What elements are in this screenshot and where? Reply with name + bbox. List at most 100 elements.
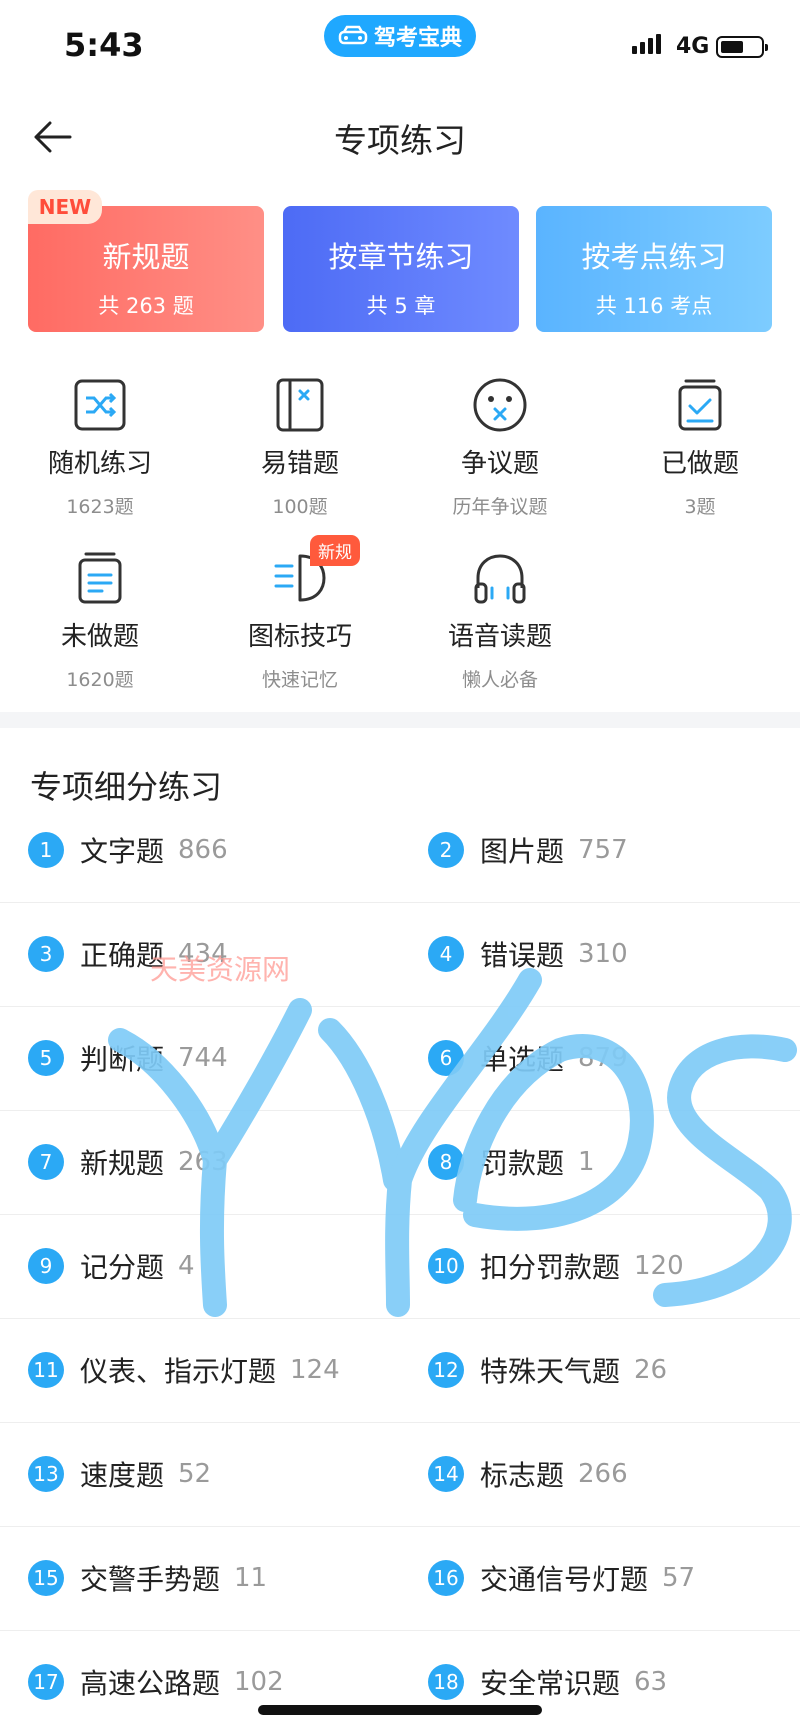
card-title: 按考点练习 — [581, 240, 727, 274]
list-item-name: 速度题 — [80, 1459, 165, 1492]
app-badge-label: 驾考宝典 — [373, 26, 462, 51]
new-rule-tag: 新规 — [310, 535, 360, 566]
section-title: 专项细分练习 — [30, 768, 223, 806]
grid-random-practice[interactable]: 随机练习 1623题 — [0, 375, 200, 519]
list-item-name: 交警手势题 — [80, 1563, 221, 1596]
grid-sub: 3题 — [684, 496, 716, 518]
topic-practice-card[interactable]: 按考点练习 共 116 考点 — [536, 206, 772, 332]
grid-label: 未做题 — [60, 622, 139, 652]
list-item-count: 263 — [178, 1147, 228, 1177]
list-item-name: 交通信号灯题 — [480, 1563, 649, 1596]
row-divider — [0, 1318, 800, 1319]
list-item[interactable]: 5 判断题 744 — [28, 1038, 228, 1078]
row-divider — [0, 902, 800, 903]
grid-wrong-questions[interactable]: 易错题 100题 — [200, 375, 400, 519]
list-item[interactable]: 13 速度题 52 — [28, 1454, 211, 1494]
new-badge: NEW — [28, 190, 102, 224]
network-type: 4G — [676, 34, 710, 59]
row-divider — [0, 1422, 800, 1423]
list-item[interactable]: 9 记分题 4 — [28, 1246, 195, 1286]
list-item[interactable]: 2 图片题 757 — [428, 830, 628, 870]
list-item[interactable]: 6 单选题 879 — [428, 1038, 628, 1078]
grid-done-questions[interactable]: 已做题 3题 — [600, 375, 800, 519]
list-index-badge: 3 — [28, 936, 64, 972]
card-sub: 共 116 考点 — [595, 294, 713, 318]
card-sub: 共 263 题 — [98, 294, 194, 318]
row-divider — [0, 1214, 800, 1215]
status-time: 5:43 — [64, 26, 144, 64]
list-item[interactable]: 17 高速公路题 102 — [28, 1662, 284, 1702]
grid-label: 争议题 — [460, 449, 539, 479]
list-index-badge: 11 — [28, 1352, 64, 1388]
list-index-badge: 8 — [428, 1144, 464, 1180]
list-item[interactable]: 16 交通信号灯题 57 — [428, 1558, 695, 1598]
headphones-icon — [474, 554, 526, 604]
list-item[interactable]: 10 扣分罚款题 120 — [428, 1246, 684, 1286]
list-item[interactable]: 14 标志题 266 — [428, 1454, 628, 1494]
home-indicator — [258, 1705, 542, 1715]
list-item-count: 63 — [634, 1667, 668, 1697]
list-item-name: 高速公路题 — [80, 1667, 221, 1700]
list-item[interactable]: 18 安全常识题 63 — [428, 1662, 667, 1702]
grid-label: 图标技巧 — [247, 622, 352, 652]
app-badge[interactable]: 驾考宝典 — [324, 15, 476, 57]
grid-icon-tips[interactable]: 图标技巧 快速记忆 — [200, 548, 400, 692]
list-index-badge: 9 — [28, 1248, 64, 1284]
list-index-badge: 5 — [28, 1040, 64, 1076]
list-item-name: 新规题 — [80, 1147, 165, 1180]
list-item-count: 11 — [234, 1563, 268, 1593]
list-item[interactable]: 1 文字题 866 — [28, 830, 228, 870]
list-index-badge: 1 — [28, 832, 64, 868]
list-item-name: 判断题 — [80, 1043, 165, 1076]
grid-sub: 1623题 — [66, 496, 134, 518]
list-item[interactable]: 4 错误题 310 — [428, 934, 628, 974]
list-item[interactable]: 11 仪表、指示灯题 124 — [28, 1350, 340, 1390]
row-divider — [0, 1526, 800, 1527]
watermark: 天美资源网 — [150, 953, 291, 986]
card-sub: 共 5 章 — [366, 294, 436, 318]
list-index-badge: 15 — [28, 1560, 64, 1596]
list-item-count: 866 — [178, 835, 228, 865]
row-divider — [0, 1630, 800, 1631]
list-item-name: 错误题 — [480, 939, 565, 972]
list-item-name: 仪表、指示灯题 — [80, 1355, 277, 1388]
grid-label: 已做题 — [660, 449, 739, 479]
list-item[interactable]: 8 罚款题 1 — [428, 1142, 595, 1182]
row-divider — [0, 1006, 800, 1007]
grid-label: 随机练习 — [47, 449, 152, 479]
list-item-count: 124 — [290, 1355, 340, 1385]
list-index-badge: 2 — [428, 832, 464, 868]
car-icon — [338, 25, 368, 45]
list-item-count: 266 — [578, 1459, 628, 1489]
list-item-name: 扣分罚款题 — [480, 1251, 621, 1284]
wrong-book-icon — [276, 378, 324, 432]
grid-disputed-questions[interactable]: 争议题 历年争议题 — [400, 375, 600, 519]
grid-sub: 1620题 — [66, 669, 134, 691]
list-item-name: 安全常识题 — [480, 1667, 621, 1700]
list-index-badge: 17 — [28, 1664, 64, 1700]
list-item[interactable]: 15 交警手势题 11 — [28, 1558, 267, 1598]
list-index-badge: 13 — [28, 1456, 64, 1492]
list-index-badge: 12 — [428, 1352, 464, 1388]
list-index-badge: 16 — [428, 1560, 464, 1596]
grid-sub: 历年争议题 — [452, 496, 548, 518]
list-index-badge: 4 — [428, 936, 464, 972]
done-check-icon — [678, 379, 722, 431]
grid-label: 易错题 — [260, 449, 339, 479]
list-item-count: 52 — [178, 1459, 212, 1489]
list-item[interactable]: 7 新规题 263 — [28, 1142, 228, 1182]
battery-icon — [716, 36, 768, 58]
grid-sub: 快速记忆 — [261, 669, 338, 691]
list-index-badge: 18 — [428, 1664, 464, 1700]
list-item[interactable]: 12 特殊天气题 26 — [428, 1350, 667, 1390]
list-item-count: 4 — [178, 1251, 195, 1281]
row-divider — [0, 1110, 800, 1111]
new-rules-card[interactable]: 新规题 共 263 题 — [28, 206, 264, 332]
page-title: 专项练习 — [334, 121, 466, 160]
list-item-count: 1 — [578, 1147, 595, 1177]
chapter-practice-card[interactable]: 按章节练习 共 5 章 — [283, 206, 519, 332]
undone-list-icon — [78, 552, 122, 604]
list-index-badge: 10 — [428, 1248, 464, 1284]
grid-undone-questions[interactable]: 未做题 1620题 — [0, 548, 200, 692]
grid-voice-reading[interactable]: 语音读题 懒人必备 — [400, 548, 600, 692]
